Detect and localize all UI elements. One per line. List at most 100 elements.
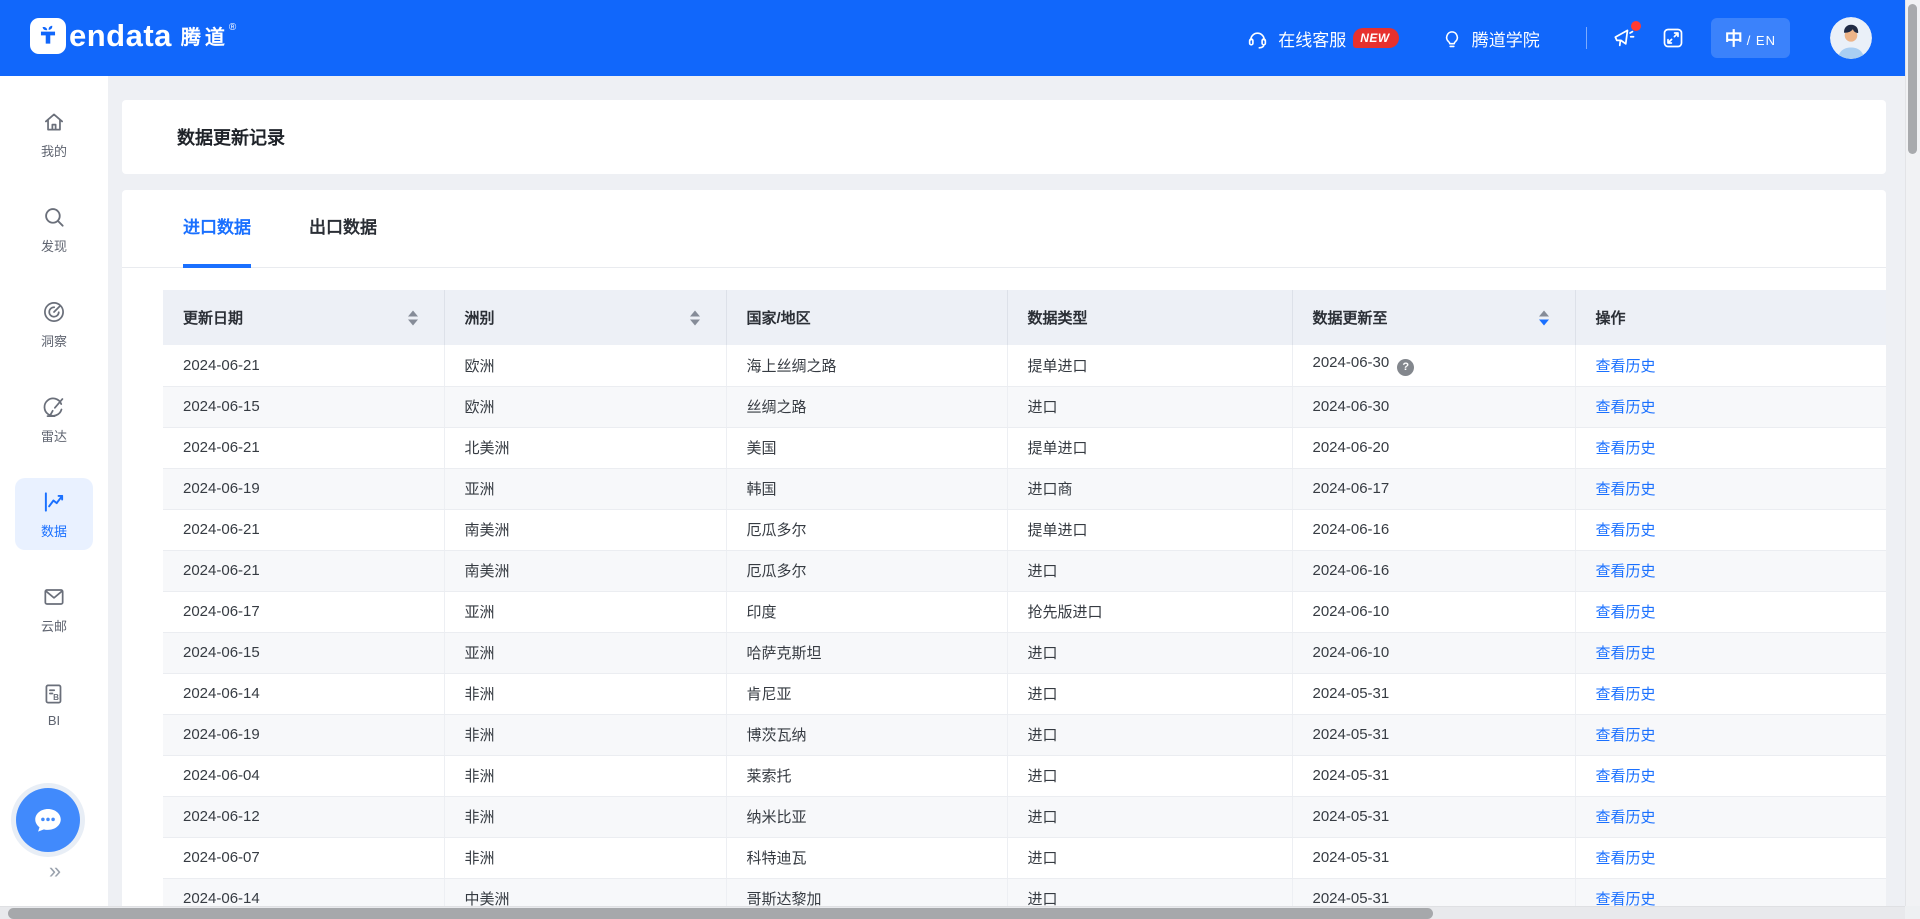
expand-icon — [1661, 26, 1685, 50]
cell-continent: 欧洲 — [444, 386, 726, 427]
cell-update-date: 2024-06-04 — [163, 755, 444, 796]
col-data-type: 数据类型 — [1007, 290, 1292, 345]
table-row: 2024-06-12 非洲 纳米比亚 进口 2024-05-31 查看历史 — [163, 796, 1886, 837]
logo-sprout-icon — [35, 23, 61, 49]
view-history-link[interactable]: 查看历史 — [1596, 645, 1656, 662]
table-row: 2024-06-19 亚洲 韩国 进口商 2024-06-17 查看历史 — [163, 468, 1886, 509]
avatar[interactable] — [1830, 17, 1872, 59]
cell-continent: 非洲 — [444, 796, 726, 837]
horizontal-scrollbar-thumb[interactable] — [8, 908, 1433, 919]
announcements-button[interactable] — [1611, 25, 1637, 51]
sidebar-item-discover[interactable]: 发现 — [15, 193, 93, 265]
cell-data-type: 抢先版进口 — [1007, 591, 1292, 632]
vertical-scrollbar-thumb[interactable] — [1908, 4, 1917, 154]
fullscreen-button[interactable] — [1661, 26, 1685, 50]
cell-actions: 查看历史 — [1575, 509, 1886, 550]
cell-actions: 查看历史 — [1575, 755, 1886, 796]
tab-import-data[interactable]: 进口数据 — [183, 190, 251, 268]
cell-actions: 查看历史 — [1575, 714, 1886, 755]
sidebar-item-radar[interactable]: 雷达 — [15, 383, 93, 455]
tab-bar: 进口数据 出口数据 — [122, 190, 1886, 268]
cell-data-type: 进口 — [1007, 714, 1292, 755]
cell-country: 博茨瓦纳 — [726, 714, 1007, 755]
sort-carets-updated-to[interactable] — [1539, 310, 1549, 325]
cell-updated-to: 2024-06-16 — [1292, 550, 1575, 591]
cell-continent: 亚洲 — [444, 632, 726, 673]
logo-t-badge — [30, 18, 66, 54]
table-row: 2024-06-21 南美洲 厄瓜多尔 提单进口 2024-06-16 查看历史 — [163, 509, 1886, 550]
view-history-link[interactable]: 查看历史 — [1596, 440, 1656, 457]
table-row: 2024-06-14 非洲 肯尼亚 进口 2024-05-31 查看历史 — [163, 673, 1886, 714]
notification-dot — [1631, 21, 1641, 31]
view-history-link[interactable]: 查看历史 — [1596, 768, 1656, 785]
view-history-link[interactable]: 查看历史 — [1596, 481, 1656, 498]
cell-updated-to: 2024-06-10 — [1292, 632, 1575, 673]
cell-actions: 查看历史 — [1575, 673, 1886, 714]
col-country: 国家/地区 — [726, 290, 1007, 345]
chat-fab-button[interactable] — [16, 788, 80, 852]
view-history-link[interactable]: 查看历史 — [1596, 809, 1656, 826]
cell-update-date: 2024-06-21 — [163, 509, 444, 550]
cell-data-type: 提单进口 — [1007, 345, 1292, 386]
cell-continent: 亚洲 — [444, 591, 726, 632]
new-badge: NEW — [1353, 28, 1399, 48]
sidebar-item-insight[interactable]: 洞察 — [15, 288, 93, 360]
cell-continent: 非洲 — [444, 837, 726, 878]
view-history-link[interactable]: 查看历史 — [1596, 686, 1656, 703]
sidebar-item-bi[interactable]: BI BI — [15, 668, 93, 740]
language-toggle[interactable]: 中 / EN — [1711, 18, 1790, 58]
cell-updated-to: 2024-06-30? — [1292, 345, 1575, 386]
view-history-link[interactable]: 查看历史 — [1596, 358, 1656, 375]
cell-updated-to: 2024-05-31 — [1292, 837, 1575, 878]
radar-icon — [41, 394, 67, 420]
view-history-link[interactable]: 查看历史 — [1596, 727, 1656, 744]
chat-bubble-icon — [31, 803, 65, 837]
sort-carets-continent[interactable] — [690, 310, 700, 325]
scrollbar-corner — [1905, 906, 1920, 919]
search-icon — [41, 204, 67, 230]
cell-country: 丝绸之路 — [726, 386, 1007, 427]
online-service-button[interactable]: 在线客服 NEW — [1246, 26, 1399, 51]
cell-actions: 查看历史 — [1575, 632, 1886, 673]
cell-data-type: 进口 — [1007, 673, 1292, 714]
insight-icon — [41, 299, 67, 325]
cell-continent: 南美洲 — [444, 509, 726, 550]
help-icon[interactable]: ? — [1397, 359, 1414, 376]
view-history-link[interactable]: 查看历史 — [1596, 850, 1656, 867]
view-history-link[interactable]: 查看历史 — [1596, 604, 1656, 621]
page-title: 数据更新记录 — [177, 124, 285, 150]
cell-updated-to: 2024-05-31 — [1292, 796, 1575, 837]
view-history-link[interactable]: 查看历史 — [1596, 563, 1656, 580]
cell-update-date: 2024-06-19 — [163, 468, 444, 509]
cell-updated-to: 2024-06-20 — [1292, 427, 1575, 468]
sort-carets-update-date[interactable] — [408, 310, 418, 325]
cell-update-date: 2024-06-19 — [163, 714, 444, 755]
cell-continent: 非洲 — [444, 673, 726, 714]
logo[interactable]: endata 腾道 ® — [30, 18, 236, 58]
language-alt: / EN — [1747, 33, 1776, 48]
cell-updated-to: 2024-06-30 — [1292, 386, 1575, 427]
content-card: 进口数据 出口数据 更新日期 洲别 国 — [122, 190, 1886, 919]
view-history-link[interactable]: 查看历史 — [1596, 522, 1656, 539]
sidebar-nav: 我的 发现 洞察 雷达 — [0, 76, 108, 763]
sidebar-item-mine[interactable]: 我的 — [15, 98, 93, 170]
vertical-scrollbar[interactable] — [1905, 0, 1920, 906]
view-history-link[interactable]: 查看历史 — [1596, 399, 1656, 416]
svg-text:BI: BI — [53, 693, 61, 702]
col-actions: 操作 — [1575, 290, 1886, 345]
sidebar-collapse-button[interactable]: » — [0, 858, 108, 884]
col-continent: 洲别 — [444, 290, 726, 345]
tab-export-data[interactable]: 出口数据 — [309, 190, 377, 268]
cell-updated-to: 2024-05-31 — [1292, 673, 1575, 714]
horizontal-scrollbar[interactable] — [0, 906, 1905, 919]
cell-actions: 查看历史 — [1575, 796, 1886, 837]
cell-data-type: 进口 — [1007, 386, 1292, 427]
sidebar-item-data[interactable]: 数据 — [15, 478, 93, 550]
cell-continent: 亚洲 — [444, 468, 726, 509]
logo-cn: 腾道 — [181, 18, 229, 58]
col-update-date: 更新日期 — [163, 290, 444, 345]
cell-actions: 查看历史 — [1575, 837, 1886, 878]
academy-button[interactable]: 腾道学院 — [1441, 26, 1540, 51]
sidebar-item-cloudmail[interactable]: 云邮 — [15, 573, 93, 645]
cell-updated-to: 2024-06-17 — [1292, 468, 1575, 509]
